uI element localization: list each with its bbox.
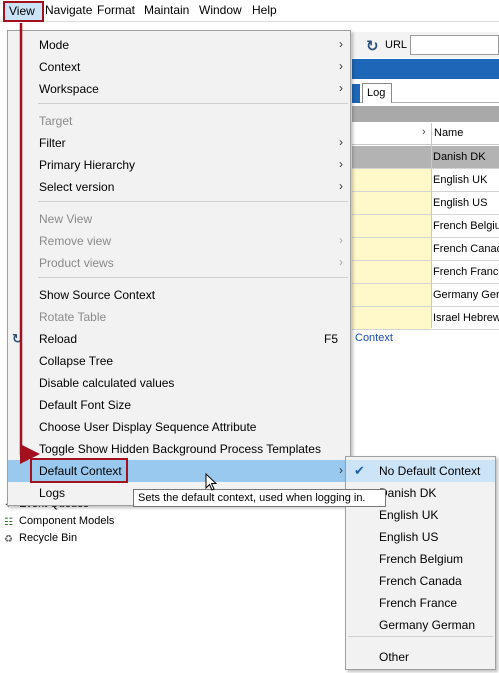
annotation-arrow xyxy=(19,23,40,464)
mouse-cursor-icon xyxy=(205,473,218,491)
